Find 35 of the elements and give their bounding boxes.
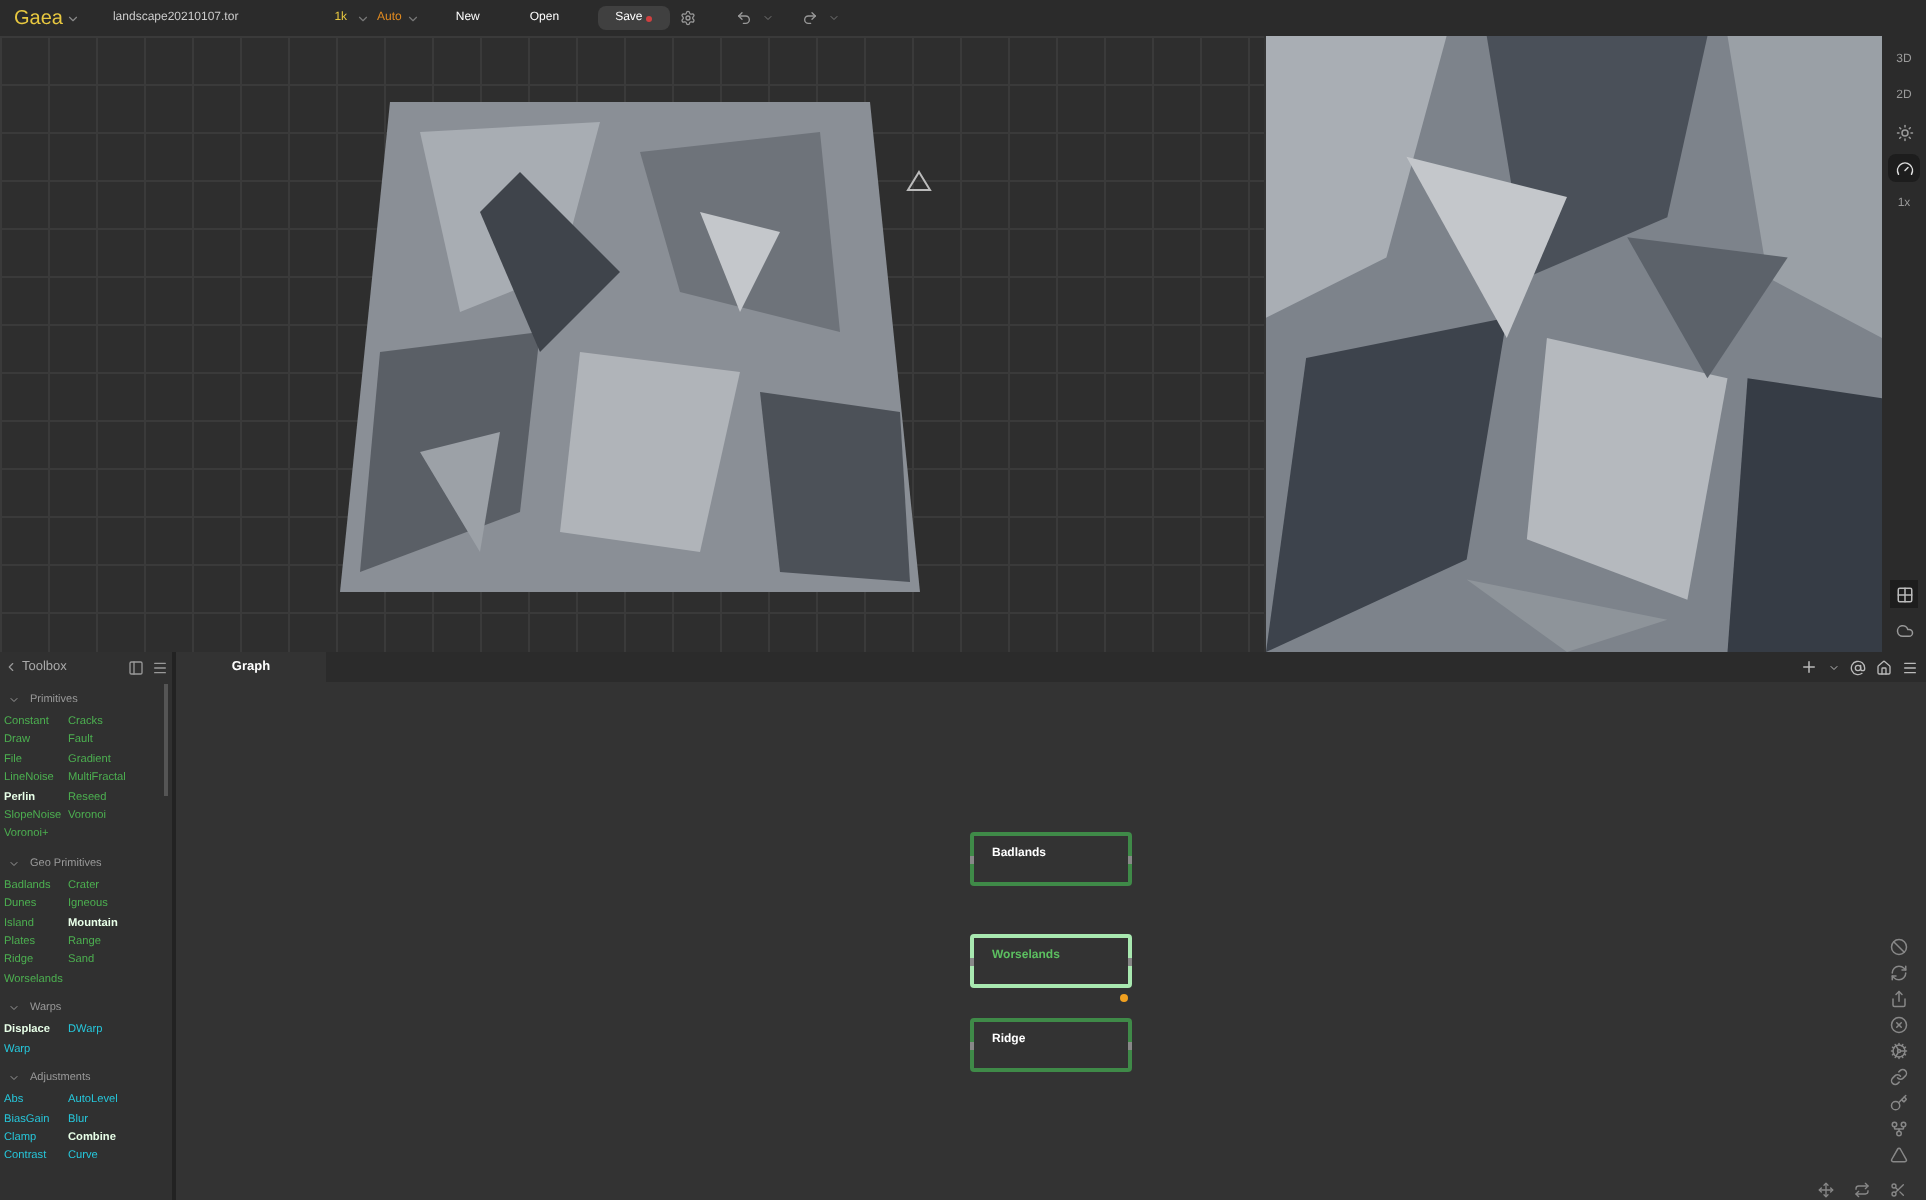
menu-icon[interactable] — [152, 659, 168, 675]
menu-icon[interactable] — [1902, 659, 1918, 675]
panel-icon[interactable] — [128, 659, 144, 675]
triangle-icon[interactable] — [1890, 1146, 1908, 1164]
add-icon[interactable] — [1800, 658, 1818, 676]
key-icon[interactable] — [1890, 1094, 1908, 1112]
chevron-icon[interactable] — [8, 857, 20, 870]
back-icon[interactable] — [4, 660, 18, 674]
move-icon[interactable] — [1818, 1182, 1834, 1198]
chevron-icon[interactable] — [8, 1002, 20, 1015]
share-icon[interactable] — [1890, 990, 1908, 1008]
repeat-icon[interactable] — [1854, 1182, 1870, 1198]
chevron-icon[interactable] — [66, 11, 81, 25]
home-icon[interactable] — [1876, 659, 1892, 675]
chevron-icon[interactable] — [8, 1072, 20, 1085]
link-icon[interactable] — [1890, 1068, 1908, 1086]
fork-icon[interactable] — [1890, 1120, 1908, 1138]
app-name: Gaea — [14, 5, 63, 33]
chevron-icon[interactable] — [405, 11, 420, 25]
chevron-icon[interactable] — [355, 11, 370, 25]
warning-icon — [906, 170, 932, 192]
chevron-icon[interactable] — [8, 694, 20, 706]
ban-icon[interactable] — [1890, 938, 1908, 956]
chevron-icon[interactable] — [1828, 661, 1840, 673]
settings-icon[interactable] — [680, 10, 697, 26]
3d-viewport[interactable] — [0, 36, 1264, 652]
gauge-icon[interactable] — [1888, 154, 1920, 182]
gear-icon[interactable] — [1890, 1042, 1908, 1060]
grid-icon[interactable] — [1890, 580, 1918, 608]
circle-x-icon[interactable] — [1890, 1016, 1908, 1034]
refresh-icon[interactable] — [1890, 964, 1908, 982]
undo-icon[interactable] — [736, 10, 753, 26]
scissors-icon[interactable] — [1890, 1182, 1906, 1198]
redo-icon[interactable] — [802, 10, 819, 26]
at-icon[interactable] — [1850, 659, 1866, 675]
